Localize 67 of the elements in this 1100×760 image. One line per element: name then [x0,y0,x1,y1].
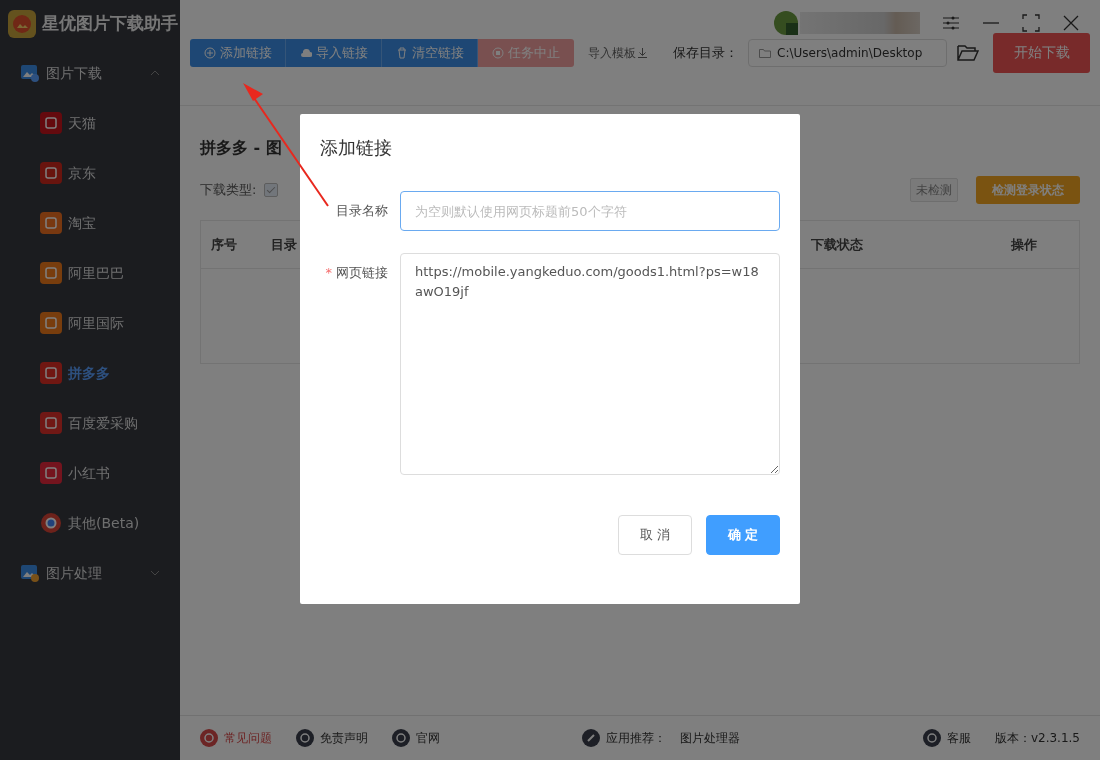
toolbar-button[interactable]: 添加链接 [190,38,286,67]
folder-open-icon[interactable] [957,43,979,62]
recommend-label: 应用推荐： [606,730,666,747]
confirm-button[interactable]: 确 定 [706,515,780,555]
folder-icon [759,47,771,58]
sidebar-item[interactable]: 小红书 [0,448,180,498]
store-logo-icon [40,162,62,184]
store-logo-icon [40,512,62,534]
template-link[interactable]: 导入模板 [588,43,647,62]
sidebar-group[interactable]: 图片处理 [0,548,180,598]
support-link[interactable]: 客服 [946,729,971,747]
link-icon [582,729,600,747]
checkbox[interactable] [264,183,279,197]
sidebar-item[interactable]: 京东 [0,148,180,198]
cloud-icon [299,46,312,59]
plus-circle-icon [203,46,216,59]
footer-link[interactable]: 免责声明 [320,729,368,747]
required-mark: * [325,265,332,280]
sidebar-item[interactable]: 阿里国际 [0,298,180,348]
footer-link[interactable]: 常见问题 [224,729,272,747]
cancel-button[interactable]: 取 消 [618,515,692,555]
url-textarea[interactable]: https://mobile.yangkeduo.com/goods1.html?ps=w18awO19jf [400,253,780,475]
store-logo-icon [40,462,62,484]
store-logo-icon [40,312,62,334]
sidebar-item[interactable]: 淘宝 [0,198,180,248]
column-header: 下载状态 [810,235,864,254]
version-text: 版本：v2.3.1.5 [994,730,1080,747]
dialog-title: 添加链接 [320,136,393,160]
directory-name-field[interactable]: 为空则默认使用网页标题前50个字符 [400,191,780,231]
sidebar-item[interactable]: 阿里巴巴 [0,248,180,298]
app-logo-icon [8,10,36,38]
column-header: 序号 [210,235,238,254]
recommend-link[interactable]: 图片处理器 [680,729,740,747]
sidebar-item[interactable]: 其他(Beta) [0,498,180,548]
store-logo-icon [40,262,62,284]
chevron-icon [150,70,160,76]
sidebar-group[interactable]: 图片下载 [0,48,180,98]
column-header: 操作 [1010,235,1038,254]
settings-sliders-icon[interactable] [942,14,960,32]
stop-icon [492,46,504,59]
field-label: 目录名称 [335,202,388,220]
image-edit-icon [20,563,40,583]
store-logo-icon [40,112,62,134]
store-logo-icon [40,412,62,434]
field-label: 网页链接 [336,265,388,280]
save-dir-label: 保存目录： [673,43,738,62]
sidebar-item[interactable]: 天猫 [0,98,180,148]
toolbar-button[interactable]: 清空链接 [382,38,478,67]
maximize-icon[interactable] [1022,14,1040,32]
sidebar-item[interactable]: 拼多多 [0,348,180,398]
download-type-label: 下载类型: [200,181,257,200]
page-heading: 拼多多 - 图 [200,137,282,159]
download-icon [638,47,647,58]
image-download-icon [20,63,40,83]
store-logo-icon [40,212,62,234]
user-avatar-icon [772,10,800,36]
close-icon[interactable] [1062,14,1080,32]
footer-link[interactable]: 官网 [416,729,440,747]
column-header: 目录 [270,235,298,254]
toolbar-button[interactable]: 导入链接 [286,38,382,67]
app-title: 星优图片下载助手 [42,12,178,36]
chevron-icon [150,570,160,576]
start-download-button[interactable]: 开始下载 [993,32,1090,73]
trash-icon [395,46,408,59]
path-field[interactable]: C:\Users\admin\Desktop [748,38,947,67]
store-logo-icon [40,362,62,384]
sidebar-item[interactable]: 百度爱采购 [0,398,180,448]
